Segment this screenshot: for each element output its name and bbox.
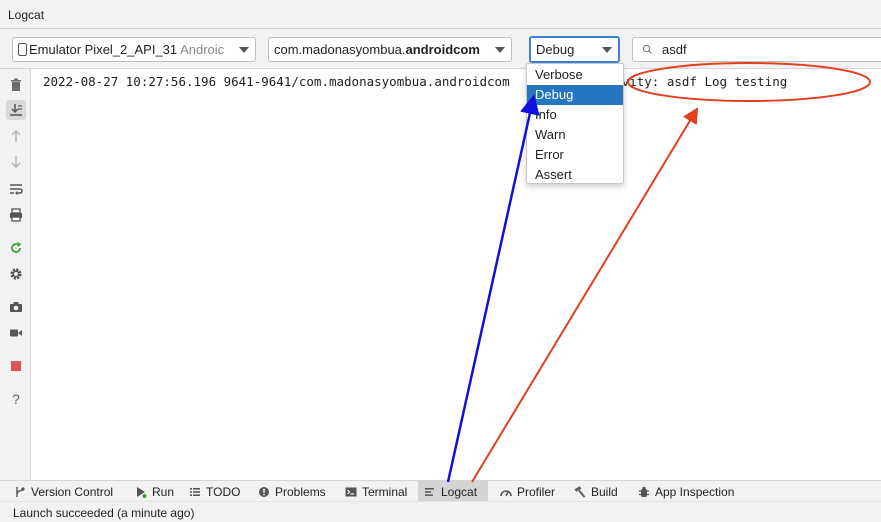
log-level-value: Debug bbox=[536, 42, 575, 57]
log-line: 2022-08-27 10:27:56.196 9641-9641/com.ma… bbox=[43, 74, 787, 89]
tab-app-inspection[interactable]: App Inspection bbox=[632, 481, 740, 502]
gear-icon bbox=[10, 268, 22, 280]
tab-terminal[interactable]: Terminal bbox=[339, 481, 413, 502]
chevron-down-icon bbox=[495, 47, 505, 53]
tab-problems[interactable]: Problems bbox=[252, 481, 332, 502]
stop-button[interactable] bbox=[6, 356, 26, 376]
tab-label: Build bbox=[591, 484, 618, 499]
problems-icon bbox=[259, 486, 269, 497]
restart-icon bbox=[11, 242, 22, 253]
video-icon bbox=[10, 329, 22, 337]
status-bar: Launch succeeded (a minute ago) bbox=[0, 501, 881, 522]
branch-icon bbox=[16, 486, 25, 497]
camera-icon bbox=[10, 302, 22, 312]
tab-build[interactable]: Build bbox=[568, 481, 624, 502]
tab-label: Profiler bbox=[517, 484, 556, 499]
log-level-option-verbose[interactable]: Verbose bbox=[527, 65, 623, 85]
down-arrow-icon bbox=[11, 156, 21, 169]
chevron-down-icon bbox=[602, 47, 612, 53]
inspection-icon bbox=[639, 486, 649, 497]
print-button[interactable] bbox=[6, 205, 26, 225]
package-name-bold: androidcom bbox=[405, 42, 480, 57]
help-icon: ? bbox=[12, 391, 20, 407]
logcat-settings-button[interactable] bbox=[6, 264, 26, 284]
status-message: Launch succeeded (a minute ago) bbox=[13, 506, 195, 520]
search-field[interactable]: asdf bbox=[632, 37, 881, 62]
device-suffix: Androic bbox=[180, 42, 225, 57]
tab-label: Version Control bbox=[31, 484, 114, 499]
device-selector[interactable]: Emulator Pixel_2_API_31 Androic bbox=[12, 37, 256, 62]
next-occurrence-button[interactable] bbox=[6, 152, 26, 172]
list-icon bbox=[190, 487, 200, 496]
log-level-option-debug[interactable]: Debug bbox=[527, 85, 623, 105]
log-level-option-info[interactable]: Info bbox=[527, 105, 623, 125]
scroll-to-end-icon bbox=[10, 104, 22, 116]
device-name: Emulator Pixel_2_API_31 bbox=[29, 42, 178, 57]
tab-logcat[interactable]: Logcat bbox=[418, 481, 488, 502]
tool-window-title-bar: Logcat bbox=[0, 0, 881, 29]
stop-icon bbox=[11, 361, 21, 371]
tool-window-title: Logcat bbox=[8, 8, 45, 22]
tab-run[interactable]: Run bbox=[129, 481, 180, 502]
tab-label: Run bbox=[152, 484, 175, 499]
logcat-icon bbox=[425, 487, 434, 496]
soft-wrap-icon bbox=[10, 184, 23, 195]
trash-icon bbox=[11, 78, 21, 91]
tab-label: TODO bbox=[206, 484, 241, 499]
clear-logcat-button[interactable] bbox=[6, 75, 26, 95]
tool-window-bar: Version Control Run TODO Problems Termin… bbox=[0, 480, 881, 502]
log-level-selector[interactable]: Debug bbox=[529, 36, 620, 63]
hammer-icon bbox=[574, 485, 586, 498]
tab-label: Problems bbox=[275, 484, 326, 499]
run-icon bbox=[137, 486, 147, 498]
tab-todo[interactable]: TODO bbox=[183, 481, 246, 502]
log-level-option-error[interactable]: Error bbox=[527, 145, 623, 165]
log-level-option-assert[interactable]: Assert bbox=[527, 165, 623, 185]
logcat-output[interactable]: 2022-08-27 10:27:56.196 9641-9641/com.ma… bbox=[31, 69, 881, 480]
terminal-icon bbox=[345, 487, 357, 496]
previous-occurrence-button[interactable] bbox=[6, 126, 26, 146]
chevron-down-icon bbox=[239, 47, 249, 53]
device-icon bbox=[18, 43, 27, 56]
log-level-option-warn[interactable]: Warn bbox=[527, 125, 623, 145]
log-line-prefix: 2022-08-27 10:27:56.196 9641-9641/com.ma… bbox=[43, 74, 510, 89]
screen-record-button[interactable] bbox=[6, 323, 26, 343]
package-selector[interactable]: com.madonasyombua.androidcom bbox=[268, 37, 512, 62]
logcat-toolbar: Emulator Pixel_2_API_31 Androic com.mado… bbox=[0, 29, 881, 69]
tab-version-control[interactable]: Version Control bbox=[8, 481, 119, 502]
print-icon bbox=[10, 208, 22, 222]
search-icon[interactable] bbox=[639, 44, 657, 56]
tab-label: Logcat bbox=[441, 484, 478, 499]
screen-capture-button[interactable] bbox=[6, 297, 26, 317]
logcat-side-toolbar: ? bbox=[0, 69, 31, 480]
profiler-icon bbox=[500, 489, 512, 496]
tab-label: Terminal bbox=[362, 484, 408, 499]
help-button[interactable]: ? bbox=[6, 389, 26, 409]
soft-wrap-button[interactable] bbox=[6, 179, 26, 199]
restart-logcat-button[interactable] bbox=[6, 238, 26, 258]
package-prefix: com.madonasyombua. bbox=[274, 42, 406, 57]
up-arrow-icon bbox=[11, 129, 21, 142]
log-level-menu: Verbose Debug Info Warn Error Assert bbox=[526, 63, 624, 184]
tab-profiler[interactable]: Profiler bbox=[494, 481, 561, 502]
scroll-to-end-button[interactable] bbox=[6, 100, 26, 120]
tab-label: App Inspection bbox=[655, 484, 735, 499]
search-input[interactable]: asdf bbox=[662, 42, 687, 57]
